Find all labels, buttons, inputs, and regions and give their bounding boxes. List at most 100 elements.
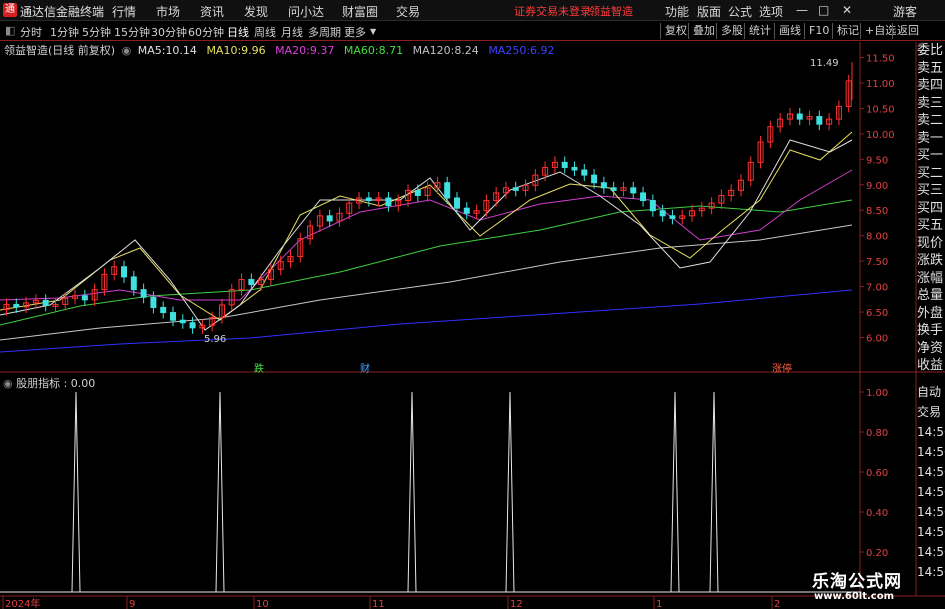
candle-down xyxy=(796,113,803,120)
btn-f10[interactable]: F10 xyxy=(804,23,829,39)
side-label[interactable]: 委比 xyxy=(917,42,945,60)
btn-back[interactable]: 返回 xyxy=(892,23,919,39)
login-warning[interactable]: 证券交易未登录 xyxy=(514,3,591,19)
side-label-lower-item[interactable]: 自动 xyxy=(917,382,945,402)
menu-news[interactable]: 资讯 xyxy=(200,3,224,20)
indicator-spike xyxy=(407,391,417,593)
side-label[interactable]: 总量 xyxy=(917,287,945,305)
side-label[interactable]: 买一 xyxy=(917,147,945,165)
watermark-url: www.60lt.com xyxy=(814,591,895,602)
menu-options[interactable]: 选项 xyxy=(759,3,783,20)
menu-wealth[interactable]: 财富圈 xyxy=(342,3,378,20)
btn-draw-line[interactable]: 画线 xyxy=(774,23,801,39)
menu-function[interactable]: 功能 xyxy=(665,3,689,20)
side-label[interactable]: 卖四 xyxy=(917,77,945,95)
candle-up xyxy=(307,225,314,240)
side-label[interactable]: 收益 xyxy=(917,357,945,375)
candle-up xyxy=(297,238,304,258)
candle-up xyxy=(835,105,842,120)
event-marker-drop[interactable]: 跌 xyxy=(254,360,264,375)
side-label[interactable]: 外盘 xyxy=(917,305,945,323)
candle-down xyxy=(169,312,176,321)
kline-chart[interactable]: 2024年 9 10 11 12 1 2 11.5011.0010.5010.009.509… xyxy=(0,0,945,609)
period-tab-1min[interactable]: 1分钟 xyxy=(50,24,79,40)
more-dropdown-icon[interactable]: ▼ xyxy=(370,27,376,36)
date-label: 11 xyxy=(372,599,385,609)
side-label[interactable]: 买三 xyxy=(917,182,945,200)
menu-formula[interactable]: 公式 xyxy=(728,3,752,20)
side-label[interactable]: 净资 xyxy=(917,340,945,358)
btn-overlay[interactable]: 叠加 xyxy=(688,23,715,39)
menu-wenxiaoda[interactable]: 问小达 xyxy=(288,3,324,20)
period-tab-intraday[interactable]: 分时 xyxy=(20,24,42,40)
candlesticks xyxy=(3,62,853,334)
btn-adjust[interactable]: 复权 xyxy=(660,23,687,39)
indicator-settings-icon[interactable]: ◉ xyxy=(3,377,13,390)
candle-up xyxy=(101,273,108,291)
event-marker-limitup[interactable]: 涨停 xyxy=(772,360,792,375)
side-label[interactable]: 卖五 xyxy=(917,60,945,78)
side-label-lower-item[interactable]: 14:56 xyxy=(917,562,945,582)
side-label[interactable]: 卖三 xyxy=(917,95,945,113)
event-marker-finance[interactable]: 财 xyxy=(360,360,370,375)
menu-discover[interactable]: 发现 xyxy=(244,3,268,20)
menu-market[interactable]: 市场 xyxy=(156,3,180,20)
minimize-icon[interactable]: — xyxy=(796,3,808,17)
btn-add-watchlist[interactable]: +自选 xyxy=(860,23,896,39)
side-label-lower-item[interactable]: 14:56 xyxy=(917,542,945,562)
ma60-label: MA60:8.71 xyxy=(343,44,404,57)
period-tab-monthly[interactable]: 月线 xyxy=(281,24,303,40)
guest-user[interactable]: 游客 xyxy=(893,3,917,20)
side-label[interactable]: 涨跌 xyxy=(917,252,945,270)
side-label[interactable]: 买四 xyxy=(917,200,945,218)
side-label[interactable]: 买五 xyxy=(917,217,945,235)
date-label: 1 xyxy=(656,599,662,609)
period-tab-multi[interactable]: 多周期 xyxy=(308,24,341,40)
period-tab-weekly[interactable]: 周线 xyxy=(254,24,276,40)
period-tab-15min[interactable]: 15分钟 xyxy=(114,24,150,40)
menu-trade[interactable]: 交易 xyxy=(396,3,420,20)
stock-title[interactable]: 领益智造(日线 前复权) xyxy=(4,44,115,57)
candle-down xyxy=(150,296,157,308)
side-label-lower-item[interactable]: 14:56 xyxy=(917,482,945,502)
period-tab-more[interactable]: 更多 xyxy=(344,24,366,40)
app-title: 通达信金融终端 xyxy=(20,5,105,19)
side-label[interactable]: 换手 xyxy=(917,322,945,340)
promo-stock-link[interactable]: 领益智造 xyxy=(589,3,633,19)
candle-down xyxy=(610,187,617,191)
side-label-lower-item[interactable]: 交易 xyxy=(917,402,945,422)
ma120-label: MA120:8.24 xyxy=(412,44,479,57)
btn-mark[interactable]: 标记 xyxy=(832,23,859,39)
period-tab-5min[interactable]: 5分钟 xyxy=(82,24,111,40)
period-tab-daily[interactable]: 日线 xyxy=(227,24,249,40)
side-label-lower-item[interactable]: 14:56 xyxy=(917,522,945,542)
candle-up xyxy=(698,207,705,212)
toolbar-left-icon[interactable]: ◧ xyxy=(5,24,15,37)
side-label[interactable]: 涨幅 xyxy=(917,270,945,288)
price-tick-label: 10.00 xyxy=(866,130,895,141)
period-tab-60min[interactable]: 60分钟 xyxy=(188,24,224,40)
btn-statistics[interactable]: 统计 xyxy=(744,23,771,39)
side-label[interactable]: 现价 xyxy=(917,235,945,253)
candle-up xyxy=(747,161,754,181)
candle-up xyxy=(806,116,813,120)
menu-layout[interactable]: 版面 xyxy=(697,3,721,20)
indicator-title[interactable]: ◉ 股朋指标 : 0.00 xyxy=(3,375,95,391)
indicator-spike xyxy=(71,391,81,593)
side-label[interactable]: 买二 xyxy=(917,165,945,183)
candle-down xyxy=(463,207,470,214)
maximize-icon[interactable]: □ xyxy=(818,3,829,17)
date-label: 9 xyxy=(129,599,135,609)
candle-down xyxy=(130,276,137,291)
side-label[interactable]: 卖一 xyxy=(917,130,945,148)
side-label-lower-item[interactable]: 14:56 xyxy=(917,502,945,522)
btn-multi-stock[interactable]: 多股 xyxy=(716,23,743,39)
settings-dot-icon[interactable]: ◉ xyxy=(122,44,132,57)
side-label-lower-item[interactable]: 14:56 xyxy=(917,442,945,462)
close-icon[interactable]: ✕ xyxy=(842,3,852,17)
menu-quotes[interactable]: 行情 xyxy=(112,3,136,20)
side-label-lower-item[interactable]: 14:56 xyxy=(917,462,945,482)
period-tab-30min[interactable]: 30分钟 xyxy=(151,24,187,40)
side-label[interactable]: 卖二 xyxy=(917,112,945,130)
side-label-lower-item[interactable]: 14:56 xyxy=(917,422,945,442)
